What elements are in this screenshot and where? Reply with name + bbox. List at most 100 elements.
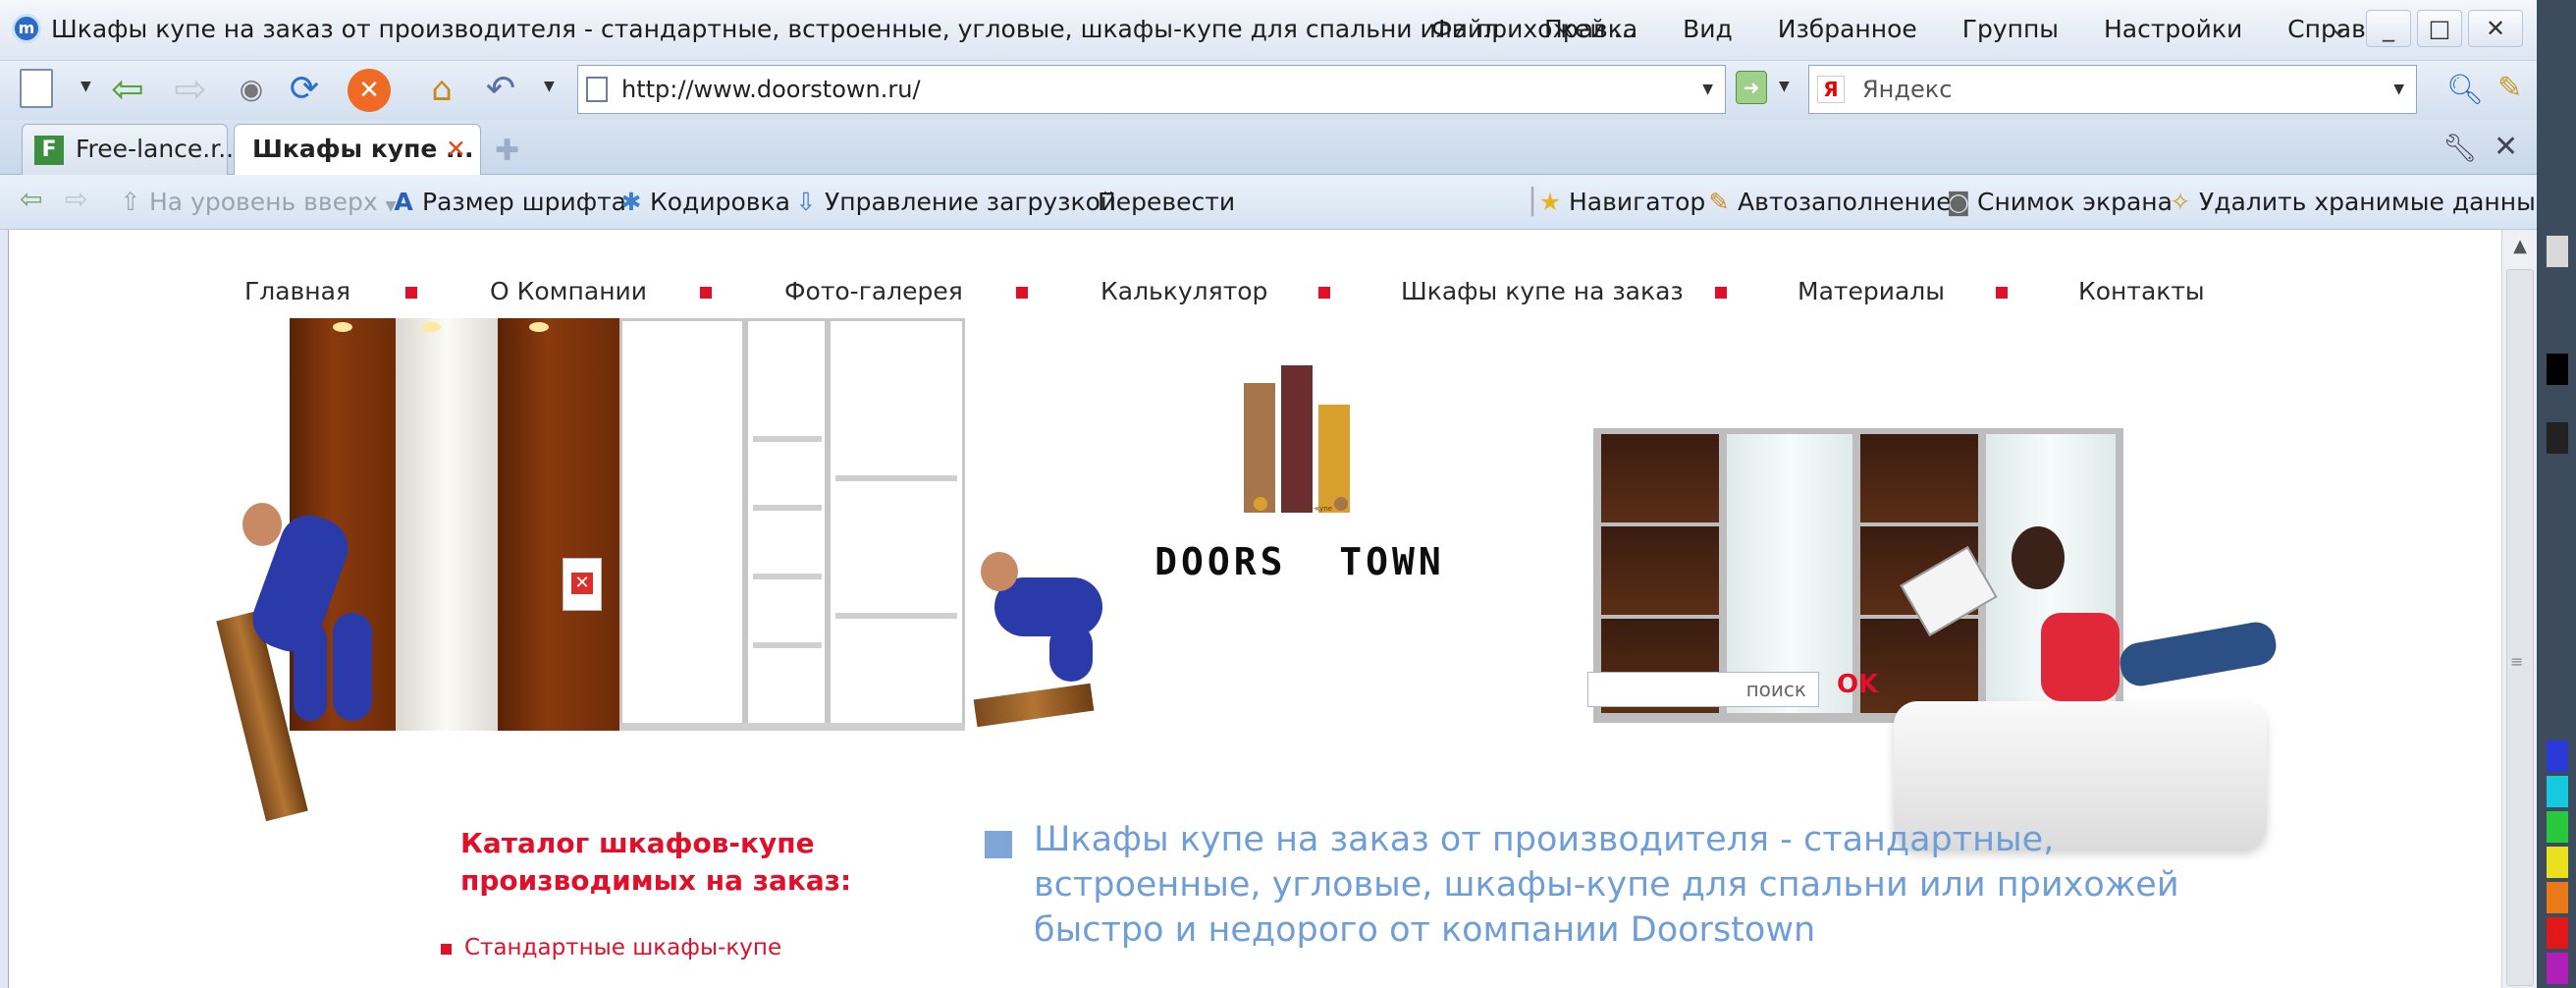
color-swatch bbox=[2547, 741, 2568, 772]
worker-left-leg bbox=[294, 623, 327, 721]
nav-separator bbox=[1318, 287, 1330, 299]
minimize-button[interactable]: _ bbox=[2366, 10, 2411, 47]
nav-link-wardrobes[interactable]: Шкафы купе на заказ bbox=[1401, 277, 1684, 305]
worker-right-leg bbox=[1049, 623, 1093, 682]
go-dropdown-icon[interactable]: ▼ bbox=[1779, 79, 1790, 94]
forward-icon[interactable]: ⇨ bbox=[167, 66, 214, 113]
download-manager-button[interactable]: ⇩ Управление загрузкой bbox=[791, 188, 1117, 216]
nav-link-materials[interactable]: Материалы bbox=[1798, 277, 1945, 305]
go-button[interactable]: ➜ bbox=[1736, 71, 1767, 104]
encoding-button[interactable]: ✱ Кодировка bbox=[617, 188, 790, 216]
scrollbar-grip-icon: ≡ bbox=[2510, 652, 2524, 671]
woman-image bbox=[2041, 613, 2120, 701]
search-input[interactable]: Я Яндекс ▼ bbox=[1808, 65, 2417, 114]
menu-edit[interactable]: Правка bbox=[1544, 15, 1637, 43]
tab-bar: F Free-lance.r... Шкафы купе ... ✕ ✚ 🔧︎ … bbox=[0, 120, 2576, 175]
page-viewport: Главная О Компании Фото-галерея Калькуля… bbox=[8, 230, 2501, 988]
star-icon: ★ bbox=[1538, 188, 1562, 216]
nav-link-contacts[interactable]: Контакты bbox=[2078, 277, 2205, 305]
navigation-bar: ▼ ⇦ ⇨ ◉ ⟳ ✕ ⌂ ↶ ▼ http://www.doorstown.r… bbox=[0, 61, 2576, 120]
address-dropdown-icon[interactable]: ▼ bbox=[1702, 66, 1713, 113]
color-swatch bbox=[2547, 422, 2568, 454]
wrench-icon[interactable]: 🔧︎ bbox=[2442, 132, 2478, 164]
broom-icon: ✧ bbox=[2170, 188, 2191, 216]
close-icon[interactable]: ✕ bbox=[2494, 130, 2518, 164]
back-icon[interactable]: ⇦ bbox=[104, 66, 151, 113]
up-level-button[interactable]: ⇧ На уровень вверх ▼ bbox=[116, 188, 397, 216]
color-swatch bbox=[2547, 236, 2568, 267]
download-icon: ⇩ bbox=[795, 188, 817, 216]
chevron-down-icon[interactable]: ⌄ bbox=[2329, 14, 2348, 41]
address-url[interactable]: http://www.doorstown.ru/ bbox=[621, 76, 921, 103]
home-icon[interactable]: ⌂ bbox=[418, 66, 465, 113]
close-window-button[interactable]: ✕ bbox=[2468, 10, 2523, 47]
search-dropdown-icon[interactable]: ▼ bbox=[2393, 66, 2404, 113]
menu-bar: Файл Правка Вид Избранное Группы Настрой… bbox=[1431, 15, 2433, 43]
headline-bullet bbox=[985, 831, 1012, 858]
bookmarks-toolbar: ⇦ ⇨ ⇧ На уровень вверх ▼ A Размер шрифта ✱… bbox=[0, 175, 2576, 230]
menu-view[interactable]: Вид bbox=[1683, 15, 1733, 43]
window-title: Шкафы купе на заказ от производителя - с… bbox=[51, 15, 1637, 43]
site-navigation: Главная О Компании Фото-галерея Калькуля… bbox=[9, 277, 2501, 316]
site-search-button[interactable]: OK bbox=[1837, 670, 1878, 699]
logo-bar bbox=[1281, 365, 1313, 513]
site-search-input[interactable]: поиск bbox=[1587, 672, 1819, 707]
undo-close-icon[interactable]: ↶ bbox=[477, 66, 524, 113]
menu-groups[interactable]: Группы bbox=[1962, 15, 2059, 43]
scroll-up-icon[interactable]: ▲ bbox=[2502, 236, 2538, 256]
wardrobe-frame bbox=[745, 318, 828, 731]
address-bar[interactable]: http://www.doorstown.ru/ ▼ bbox=[577, 65, 1726, 114]
worker-left-head bbox=[242, 503, 282, 546]
menu-settings[interactable]: Настройки bbox=[2104, 15, 2242, 43]
nav-link-calculator[interactable]: Калькулятор bbox=[1100, 277, 1267, 305]
nav-link-about[interactable]: О Компании bbox=[490, 277, 647, 305]
color-swatch bbox=[2547, 847, 2568, 878]
catalog-title: Каталог шкафов-купе производимых на зака… bbox=[460, 827, 852, 897]
page-icon bbox=[586, 77, 608, 102]
translate-button[interactable]: Перевести bbox=[1098, 188, 1235, 216]
undo-dropdown-icon[interactable]: ▼ bbox=[544, 79, 555, 94]
forward-small-icon[interactable]: ⇨ bbox=[65, 183, 87, 215]
scrollbar-thumb[interactable] bbox=[2506, 269, 2534, 986]
up-arrow-icon: ⇧ bbox=[120, 188, 141, 216]
menu-favorites[interactable]: Избранное bbox=[1778, 15, 1917, 43]
stop-icon[interactable]: ✕ bbox=[348, 69, 391, 112]
tab-label: Шкафы купе ... bbox=[252, 135, 474, 163]
wardrobe-door-right bbox=[498, 318, 619, 731]
vertical-scrollbar[interactable]: ▲ ≡ bbox=[2501, 230, 2537, 988]
yandex-icon[interactable]: Я bbox=[1817, 76, 1845, 103]
tab-doorstown[interactable]: Шкафы купе ... ✕ bbox=[234, 124, 481, 175]
wooden-board bbox=[973, 683, 1095, 728]
search-engine-label: Яндекс bbox=[1862, 76, 1953, 103]
font-size-button[interactable]: A Размер шрифта bbox=[389, 188, 626, 216]
worker-right-head bbox=[981, 552, 1018, 591]
navigator-button[interactable]: ★ Навигатор bbox=[1535, 188, 1706, 216]
highlight-pen-icon[interactable]: ✎ bbox=[2497, 71, 2522, 105]
refresh-icon[interactable]: ⟳ bbox=[281, 66, 328, 113]
new-page-icon[interactable] bbox=[20, 69, 53, 108]
color-swatch bbox=[2547, 917, 2568, 949]
close-tab-icon[interactable]: ✕ bbox=[446, 125, 466, 174]
maximize-button[interactable]: □ bbox=[2417, 10, 2462, 47]
tab-free-lance[interactable]: F Free-lance.r... bbox=[22, 124, 242, 175]
nav-link-gallery[interactable]: Фото-галерея bbox=[784, 277, 963, 305]
autofill-button[interactable]: ✎ Автозаполнение bbox=[1704, 188, 1952, 216]
catalog-item-standard[interactable]: Стандартные шкафы-купе bbox=[440, 935, 781, 961]
wardrobe-shelf bbox=[753, 642, 822, 648]
font-size-icon: A bbox=[394, 188, 413, 216]
new-tab-icon[interactable]: ✚ bbox=[495, 134, 519, 168]
menu-file[interactable]: Файл bbox=[1431, 15, 1499, 43]
logo-bar bbox=[1244, 383, 1275, 513]
doors-town-logo[interactable]: шкафы-купе DOORS TOWN bbox=[1138, 348, 1462, 583]
logo-text: DOORS TOWN bbox=[1154, 540, 1445, 583]
color-swatch bbox=[2547, 882, 2568, 913]
nav-link-home[interactable]: Главная bbox=[244, 277, 350, 305]
history-icon[interactable]: ◉ bbox=[228, 66, 275, 113]
new-page-dropdown-icon[interactable]: ▼ bbox=[80, 79, 91, 94]
screenshot-button[interactable]: ◙ Снимок экрана bbox=[1944, 188, 2173, 216]
nav-separator bbox=[405, 287, 417, 299]
clear-data-button[interactable]: ✧ Удалить хранимые данные... bbox=[2166, 188, 2575, 216]
page-headline: Шкафы купе на заказ от производителя - с… bbox=[1034, 820, 2179, 950]
back-small-icon[interactable]: ⇦ bbox=[20, 183, 42, 215]
search-icon[interactable]: 🔍︎ bbox=[2446, 73, 2484, 107]
